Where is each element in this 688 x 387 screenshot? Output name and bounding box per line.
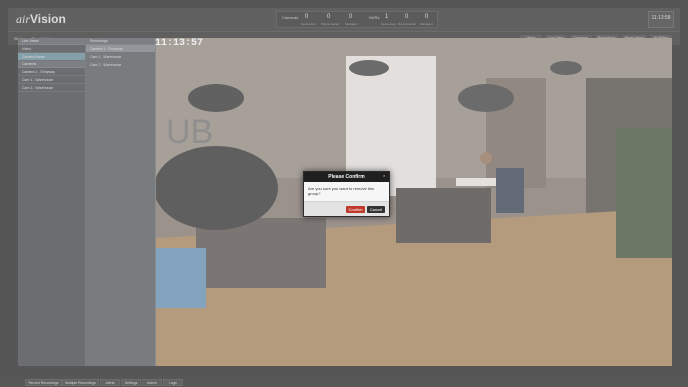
dialog-message: Are you sure you want to remove this gro…	[308, 186, 375, 196]
app-root: airVision Cameras 0 Connected 0 Disconne…	[0, 0, 688, 387]
dialog-actions: Confirm Cancel	[304, 201, 389, 216]
confirm-dialog: Please Confirm × Are you sure you want t…	[303, 171, 390, 217]
dialog-title: Please Confirm	[304, 172, 389, 182]
cancel-button[interactable]: Cancel	[367, 206, 385, 213]
close-icon[interactable]: ×	[383, 174, 387, 178]
confirm-button[interactable]: Confirm	[346, 206, 365, 213]
